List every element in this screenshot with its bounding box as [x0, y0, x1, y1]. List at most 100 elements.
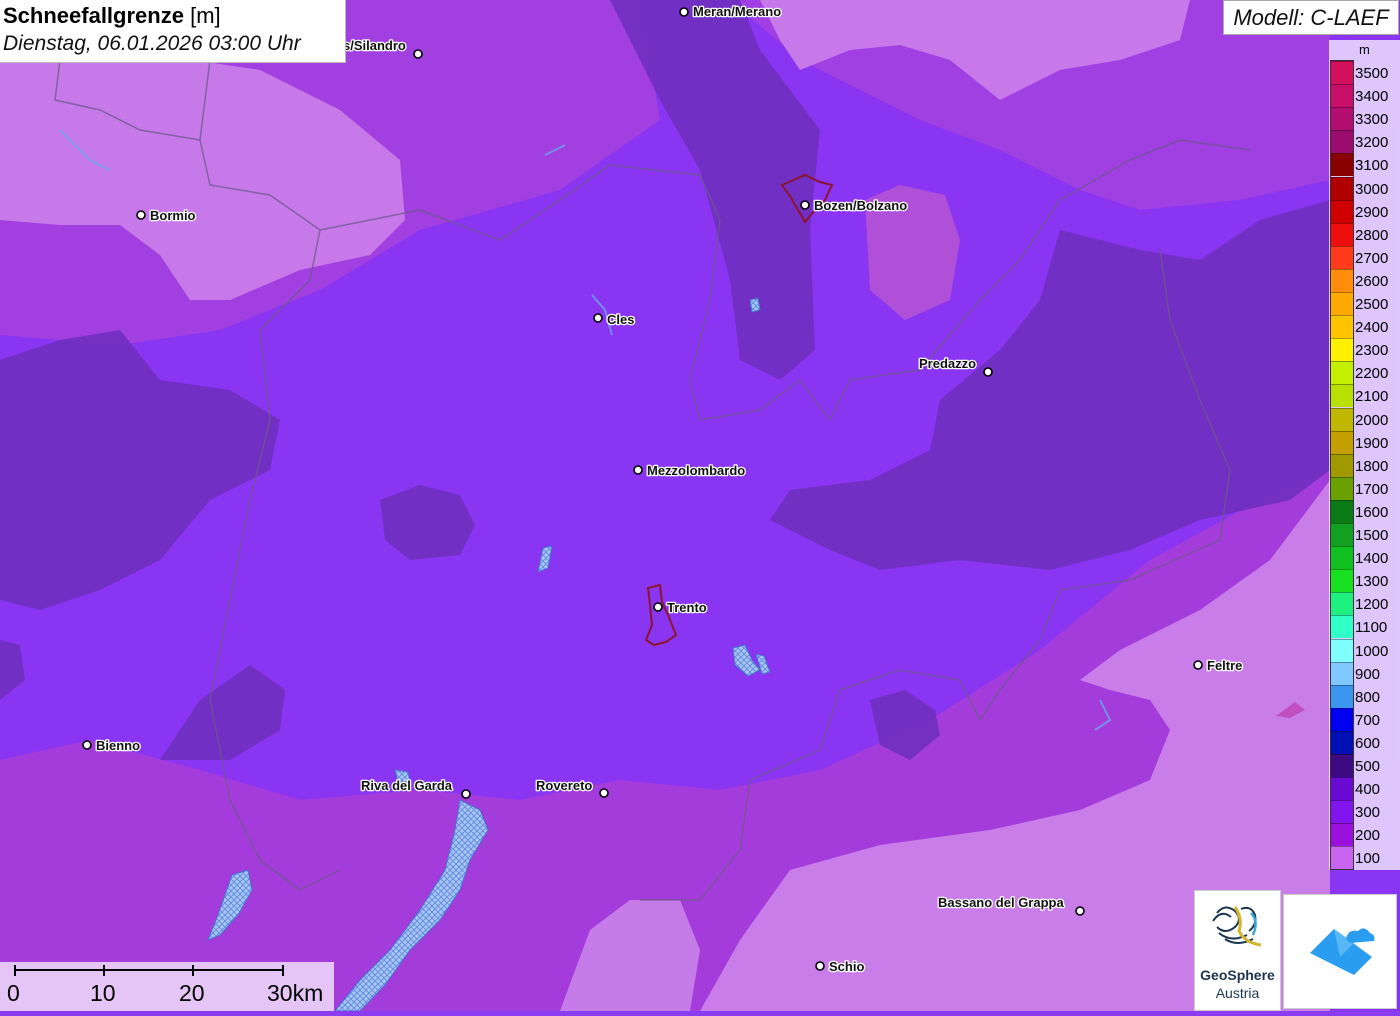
- city-meran[interactable]: Meran/Merano: [679, 3, 782, 20]
- legend-value: 3400: [1355, 88, 1389, 106]
- legend-swatch: [1330, 684, 1354, 708]
- legend-swatch: [1330, 153, 1354, 177]
- legend-value: 1600: [1355, 503, 1389, 521]
- city-bolzano[interactable]: Bozen/Bolzano: [800, 197, 909, 214]
- legend-value: 700: [1355, 711, 1381, 729]
- legend-entry: 1400: [1329, 546, 1400, 570]
- city-marker: [1075, 906, 1085, 916]
- legend-swatch: [1330, 361, 1354, 385]
- legend-entry: 2100: [1329, 384, 1400, 408]
- legend-entry: 200: [1329, 823, 1400, 847]
- legend-value: 1500: [1355, 527, 1389, 544]
- legend-value: 1900: [1355, 434, 1389, 452]
- legend-swatch: [1330, 84, 1354, 108]
- legend-entry: 2000: [1329, 407, 1400, 431]
- mountain-cloud-icon: [1310, 928, 1375, 975]
- legend-value: 3000: [1355, 180, 1389, 198]
- legend-entry: 800: [1329, 684, 1400, 708]
- city-marker: [800, 200, 810, 210]
- city-marker: [593, 313, 603, 323]
- legend-entry: 3500: [1329, 61, 1400, 84]
- city-label: Bassano del Grappa: [938, 895, 1064, 910]
- forecast-datetime: Dienstag, 06.01.2026 03:00 Uhr: [3, 32, 301, 55]
- legend-entry: 500: [1329, 754, 1400, 777]
- legend-value: 3100: [1355, 157, 1389, 175]
- map-title: Schneefallgrenze [m]: [3, 2, 342, 30]
- city-label: Bozen/Bolzano: [814, 198, 907, 213]
- snowline-map[interactable]: Meran/Merano s/Silandro Bozen/Bolzano Bo…: [0, 0, 1400, 1011]
- legend-swatch: [1330, 777, 1354, 801]
- legend-swatch: [1330, 569, 1354, 593]
- legend-value: 1100: [1355, 619, 1388, 637]
- legend-value: 500: [1355, 758, 1381, 775]
- legend-swatch: [1330, 800, 1354, 824]
- legend-value: 2700: [1355, 249, 1389, 267]
- legend-swatch: [1330, 846, 1354, 870]
- legend-swatch: [1330, 292, 1354, 315]
- city-marker: [413, 49, 423, 59]
- legend-swatch: [1330, 199, 1354, 223]
- legend-entry: 1900: [1329, 430, 1400, 454]
- legend-entry: 2800: [1329, 222, 1400, 246]
- legend-value: 2200: [1355, 365, 1389, 383]
- city-marker: [653, 602, 663, 612]
- geosphere-logo[interactable]: GeoSphere Austria: [1194, 890, 1281, 1011]
- legend-value: 2900: [1355, 203, 1389, 221]
- legend-value: 400: [1355, 781, 1381, 799]
- map-title-box: Schneefallgrenze [m] Dienstag, 06.01.202…: [0, 0, 346, 63]
- legend-entry: 2400: [1329, 315, 1400, 339]
- city-label: Riva del Garda: [361, 778, 453, 793]
- legend-swatch: [1330, 754, 1354, 777]
- legend-swatch: [1330, 523, 1354, 546]
- city-mezzolombardo[interactable]: Mezzolombardo: [633, 462, 747, 479]
- legend-entry: 1300: [1329, 569, 1400, 593]
- model-label: Modell: C-LAEF: [1223, 0, 1399, 35]
- legend-value: 3200: [1355, 134, 1389, 152]
- legend-value: 2300: [1355, 342, 1389, 360]
- city-label: s/Silandro: [343, 38, 406, 53]
- legend-value: 2000: [1355, 411, 1389, 429]
- geosphere-emblem-icon: [1212, 906, 1262, 947]
- legend-value: 900: [1355, 665, 1381, 683]
- legend-value: 1000: [1355, 642, 1389, 660]
- legend-swatch: [1330, 661, 1354, 685]
- city-marker: [82, 740, 92, 750]
- legend-swatch: [1330, 499, 1354, 523]
- legend-swatch: [1330, 315, 1354, 339]
- legend-swatch: [1330, 176, 1354, 200]
- legend-value: 300: [1355, 804, 1381, 822]
- legend-swatch: [1330, 222, 1354, 246]
- city-marker: [461, 789, 471, 799]
- legend-value: 1200: [1355, 596, 1389, 614]
- scale-label-20: 20: [179, 980, 205, 1006]
- legend-value: 600: [1355, 734, 1381, 752]
- legend-entry: 1000: [1329, 638, 1400, 662]
- legend-swatch: [1330, 268, 1354, 292]
- city-label: Mezzolombardo: [647, 463, 745, 478]
- city-marker: [633, 465, 643, 475]
- legend-entry: 100: [1329, 846, 1400, 870]
- legend-entry: 700: [1329, 707, 1400, 731]
- legend-entry: 1800: [1329, 453, 1400, 477]
- city-label: Bienno: [96, 738, 140, 753]
- legend-entry: 3300: [1329, 107, 1400, 131]
- legend-entry: 3100: [1329, 153, 1400, 177]
- city-marker: [679, 7, 689, 17]
- legend-swatch: [1330, 245, 1354, 269]
- legend-swatch: [1330, 615, 1354, 639]
- legend-value: 2500: [1355, 296, 1389, 313]
- geosphere-country: Austria: [1215, 985, 1260, 1001]
- legend-entry: 2700: [1329, 245, 1400, 269]
- scale-label-0: 0: [7, 980, 20, 1006]
- app-logo[interactable]: [1283, 894, 1397, 1009]
- city-label: Schio: [829, 959, 864, 974]
- legend-value: 3300: [1355, 111, 1389, 129]
- city-marker: [136, 210, 146, 220]
- legend-entry: 1100: [1329, 615, 1400, 639]
- legend-entry: 3000: [1329, 176, 1400, 200]
- legend-value: 200: [1355, 827, 1381, 845]
- legend-swatch: [1330, 338, 1354, 362]
- legend-entry: 1200: [1329, 592, 1400, 616]
- legend-swatch: [1330, 407, 1354, 431]
- city-label: Meran/Merano: [693, 4, 781, 19]
